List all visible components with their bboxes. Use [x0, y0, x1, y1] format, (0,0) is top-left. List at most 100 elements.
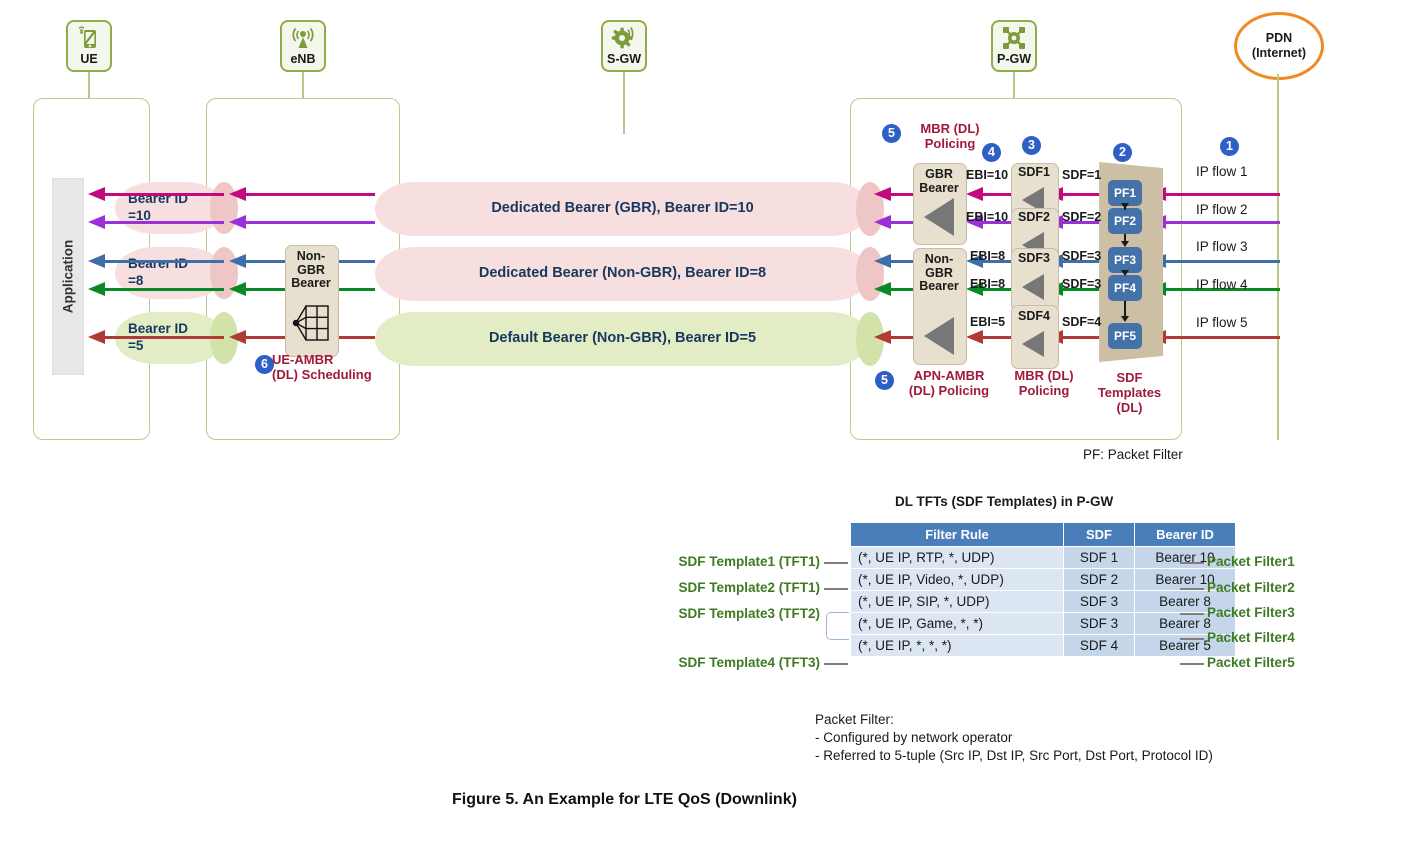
sdf-box-4-triangle	[1022, 331, 1044, 357]
annotation-apn-ambr-policing: APN-AMBR (DL) Policing	[908, 368, 990, 398]
packet-filter5-label: Packet Filter5	[1207, 655, 1295, 670]
pdn-label-line2: (Internet)	[1251, 46, 1307, 60]
packet-filter-5[interactable]: PF5	[1108, 323, 1142, 349]
arrow-line-flow2-a	[104, 221, 224, 224]
sdf-templates-label: SDF Templates (DL)	[1097, 370, 1162, 415]
arrow-line-flow2-b	[245, 221, 375, 224]
step-badge-2: 2	[1113, 143, 1132, 162]
application-bar: Application	[52, 178, 84, 375]
ip-flow-5-label: IP flow 5	[1196, 315, 1248, 330]
arrow-line-flow4-b	[245, 288, 285, 291]
sdf-value-5: SDF=4	[1062, 315, 1102, 329]
table-header-filter-rule: Filter Rule	[850, 522, 1064, 547]
stub-ue	[88, 72, 90, 98]
sdf-box-3-triangle	[1022, 274, 1044, 300]
step-badge-5-mbr: 5	[882, 124, 901, 143]
node-sgw[interactable]: S-GW	[601, 20, 647, 72]
arrow-line-flow5-e	[982, 336, 1012, 339]
arrow-line-flow5-c	[337, 336, 375, 339]
arrow-head-flow3-b	[229, 254, 246, 268]
node-ue[interactable]: UE	[66, 20, 112, 72]
figure-caption: Figure 5. An Example for LTE QoS (Downli…	[452, 791, 797, 808]
pf-label: PF5	[1113, 329, 1136, 343]
pf-chain-arrow-4-head	[1121, 316, 1129, 322]
connector-right-2	[1180, 588, 1204, 590]
step-badge-1: 1	[1220, 137, 1239, 156]
cell-sdf: SDF 2	[1063, 568, 1135, 591]
packet-filter4-label: Packet Filter4	[1207, 630, 1295, 645]
enb-nongbr-bearer-label: Non- GBR Bearer	[291, 249, 331, 290]
arrow-line-flow2-f	[1165, 221, 1280, 224]
pf-chain-arrow-1-head	[1121, 203, 1129, 209]
ebi-value-5: EBI=5	[970, 315, 1006, 329]
stub-sgw	[623, 72, 625, 134]
arrow-head-flow5-e	[966, 330, 983, 344]
step-badge-5-apn: 5	[875, 371, 894, 390]
pf-label: PF4	[1113, 281, 1136, 295]
cell-filter-rule: (*, UE IP, RTP, *, UDP)	[850, 546, 1064, 569]
bearer-pipe-default-label: Default Bearer (Non-GBR), Bearer ID=5	[488, 330, 757, 346]
arrow-head-flow4-b	[229, 282, 246, 296]
arrow-head-flow4-a	[88, 282, 105, 296]
antenna-icon	[292, 27, 314, 48]
application-label: Application	[60, 239, 76, 314]
packet-filter3-label: Packet Filter3	[1207, 605, 1295, 620]
ebi-value-4: EBI=8	[970, 277, 1006, 291]
ip-flow-3-label: IP flow 3	[1196, 239, 1248, 254]
table-row[interactable]: (*, UE IP, SIP, *, UDP) SDF 3 Bearer 8	[850, 590, 1236, 613]
annotation-mbr-dl-policing-top: MBR (DL) Policing	[920, 121, 980, 151]
sdf-value-4: SDF=3	[1062, 277, 1102, 291]
pf-chain-arrow-4	[1124, 301, 1126, 317]
ebi-value-2: EBI=10	[966, 210, 1009, 224]
pgw-gbr-bearer-label: GBR Bearer	[919, 167, 959, 195]
ip-flow-2-label: IP flow 2	[1196, 202, 1248, 217]
arrow-head-flow3-d	[874, 254, 891, 268]
table-row[interactable]: (*, UE IP, *, *, *) SDF 4 Bearer 5	[850, 634, 1236, 657]
connector-right-3	[1180, 613, 1204, 615]
sdf-template4-label: SDF Template4 (TFT3)	[678, 655, 820, 670]
sdf-template3-label: SDF Template3 (TFT2)	[678, 606, 820, 621]
arrow-line-flow5-a	[104, 336, 224, 339]
pdn-label-line1: PDN	[1265, 31, 1293, 45]
arrow-head-flow5-d	[874, 330, 891, 344]
packet-filter-2[interactable]: PF2	[1108, 208, 1142, 234]
arrow-line-flow4-c	[337, 288, 375, 291]
node-label: S-GW	[606, 52, 642, 66]
pf-chain-arrow-2-head	[1121, 241, 1129, 247]
cell-filter-rule: (*, UE IP, *, *, *)	[850, 634, 1064, 657]
table-title: DL TFTs (SDF Templates) in P-GW	[895, 494, 1114, 509]
table-row[interactable]: (*, UE IP, Game, *, *) SDF 3 Bearer 8	[850, 612, 1236, 635]
ebi-value-3: EBI=8	[970, 249, 1006, 263]
cell-sdf: SDF 4	[1063, 634, 1135, 657]
bearer-pipe-nongbr-label: Dedicated Bearer (Non-GBR), Bearer ID=8	[478, 265, 767, 281]
node-pgw[interactable]: P-GW	[991, 20, 1037, 72]
arrow-head-flow2-c	[874, 215, 891, 229]
packet-filter-4[interactable]: PF4	[1108, 275, 1142, 301]
ip-flow-1-label: IP flow 1	[1196, 164, 1248, 179]
node-enb[interactable]: eNB	[280, 20, 326, 72]
pf-label: PF1	[1113, 186, 1136, 200]
arrow-line-flow1-b	[245, 193, 375, 196]
pgw-nongbr-bearer-label: Non- GBR Bearer	[919, 252, 959, 293]
sdf-value-2: SDF=2	[1062, 210, 1102, 224]
arrow-head-flow4-d	[874, 282, 891, 296]
annotation-ue-ambr-scheduling: UE-AMBR (DL) Scheduling	[272, 352, 372, 382]
table-row[interactable]: (*, UE IP, RTP, *, UDP) SDF 1 Bearer 10	[850, 546, 1236, 569]
pf-label: PF2	[1113, 214, 1136, 228]
stub-pgw	[1013, 72, 1015, 98]
arrow-line-flow1-d	[982, 193, 1012, 196]
arrow-head-flow2-a	[88, 215, 105, 229]
connector-left-1	[824, 562, 848, 564]
sdf-template1-label: SDF Template1 (TFT1)	[678, 554, 820, 569]
table-row[interactable]: (*, UE IP, Video, *, UDP) SDF 2 Bearer 1…	[850, 568, 1236, 591]
gear-signal-icon	[611, 27, 634, 49]
node-pdn[interactable]: PDN (Internet)	[1234, 12, 1324, 80]
arrow-line-flow3-c	[337, 260, 375, 263]
arrow-line-flow3-b	[245, 260, 285, 263]
sdf-box-3-label: SDF3	[1018, 251, 1050, 265]
legend-pf: PF: Packet Filter	[1083, 447, 1183, 462]
node-label: eNB	[290, 52, 316, 66]
cell-sdf: SDF 1	[1063, 546, 1135, 569]
packet-filter1-label: Packet Filter1	[1207, 554, 1295, 569]
stub-enb	[302, 72, 304, 98]
